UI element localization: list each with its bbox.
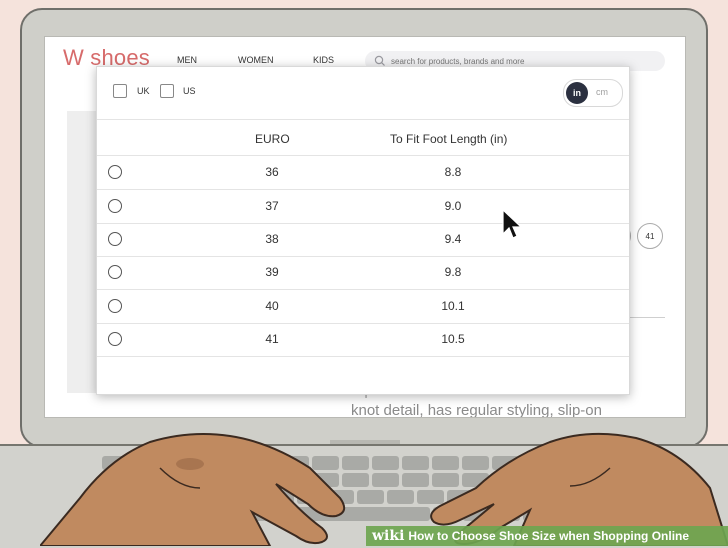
mouse-cursor-icon [502, 209, 523, 239]
us-label: US [183, 86, 196, 96]
description-line-2: knot detail, has regular styling, slip-o… [351, 402, 602, 418]
unit-toggle[interactable]: in cm [563, 79, 623, 107]
table-row[interactable]: 38 9.4 [97, 223, 629, 257]
foot-length: 10.5 [441, 332, 465, 346]
nav-men[interactable]: MEN [177, 55, 197, 65]
left-hand [40, 428, 370, 546]
column-header-length: To Fit Foot Length (in) [390, 132, 508, 146]
euro-size: 39 [265, 265, 279, 279]
foot-length: 9.0 [444, 199, 462, 213]
size-radio[interactable] [108, 199, 122, 213]
euro-size: 41 [265, 332, 279, 346]
caption-bar: wiki How to Choose Shoe Size when Shoppi… [366, 526, 728, 546]
size-radio[interactable] [108, 265, 122, 279]
euro-size: 36 [265, 165, 279, 179]
nav-kids[interactable]: KIDS [313, 55, 334, 65]
euro-size: 40 [265, 299, 279, 313]
foot-length: 9.4 [444, 232, 462, 246]
unit-in-option[interactable]: in [566, 82, 588, 104]
size-chip-41[interactable]: 41 [637, 223, 663, 249]
nav-women[interactable]: WOMEN [238, 55, 274, 65]
size-radio[interactable] [108, 232, 122, 246]
foot-length: 8.8 [444, 165, 462, 179]
unit-cm-option[interactable]: cm [596, 87, 608, 97]
size-radio[interactable] [108, 332, 122, 346]
euro-size: 38 [265, 232, 279, 246]
search-input[interactable] [391, 56, 631, 66]
browser-screen: W shoes MEN WOMEN KIDS 41 A pair of blac… [44, 36, 686, 418]
foot-length: 10.1 [441, 299, 465, 313]
caption-logo: wiki [372, 528, 405, 544]
column-header-euro: EURO [255, 132, 290, 146]
table-row[interactable]: 41 10.5 [97, 323, 629, 357]
euro-size: 37 [265, 199, 279, 213]
table-row[interactable]: 36 8.8 [97, 156, 629, 190]
size-chart-modal: UK US in cm EURO To Fit Foot Length (in)… [96, 66, 630, 395]
uk-checkbox[interactable] [113, 84, 127, 98]
table-row[interactable]: 39 9.8 [97, 256, 629, 290]
size-radio[interactable] [108, 165, 122, 179]
caption-text: How to Choose Shoe Size when Shopping On… [408, 529, 690, 543]
foot-length: 9.8 [444, 265, 462, 279]
uk-label: UK [137, 86, 150, 96]
table-row[interactable]: 37 9.0 [97, 190, 629, 224]
table-row[interactable]: 40 10.1 [97, 290, 629, 324]
modal-toolbar: UK US in cm [97, 67, 629, 120]
size-radio[interactable] [108, 299, 122, 313]
us-checkbox[interactable] [160, 84, 174, 98]
